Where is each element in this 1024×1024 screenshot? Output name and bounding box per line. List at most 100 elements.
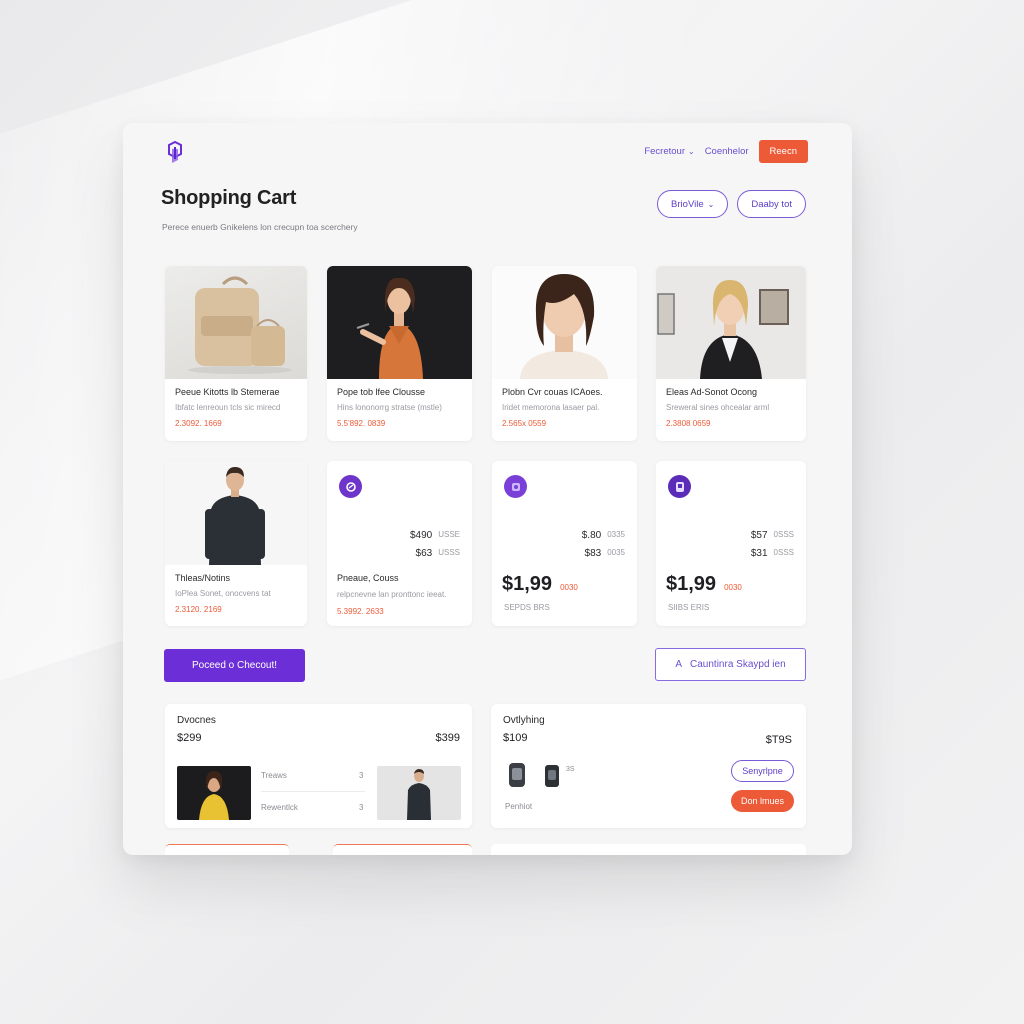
price-card[interactable]: $57 0SSS $31 0SSS $1,99 0030 SIIBS ERIS bbox=[656, 461, 806, 626]
chevron-down-icon: ⌄ bbox=[707, 199, 715, 209]
product-desc: Ibfatc lenreoun tcls sic mirecd bbox=[175, 403, 281, 412]
nav-link-label: Fecretour bbox=[644, 146, 685, 157]
price-currency: USSE bbox=[438, 530, 460, 539]
product-card[interactable]: Pope tob lfee Clousse Hins lononorrg str… bbox=[327, 266, 472, 441]
woman-blazer-photo bbox=[656, 266, 806, 379]
product-desc: Iridet memorona lasaer pal. bbox=[502, 403, 600, 412]
price-value: $.80 bbox=[581, 530, 602, 541]
woman-portrait-photo bbox=[492, 266, 637, 379]
panel-title: Dvocnes bbox=[177, 715, 216, 726]
row-value: 3 bbox=[359, 803, 364, 812]
cut-off-button bbox=[333, 844, 472, 855]
product-name: Plobn Cvr couas ICAoes. bbox=[502, 387, 603, 397]
row-label: Rewentlck bbox=[261, 803, 298, 812]
total-price-value: $1,99 bbox=[666, 573, 717, 595]
price-row: $.80 0335 bbox=[582, 530, 625, 541]
price-value: $83 bbox=[584, 548, 602, 559]
price-row: $83 0035 bbox=[585, 548, 625, 559]
yellow-shirt-thumbnail[interactable] bbox=[177, 766, 251, 820]
display-button[interactable]: Daaby tot bbox=[737, 190, 806, 218]
product-name: Pneaue, Couss bbox=[337, 573, 399, 583]
product-name: Pope tob lfee Clousse bbox=[337, 387, 426, 397]
dropdown-label: BrioVile bbox=[671, 198, 704, 210]
product-price: 5.5'892. 0839 bbox=[337, 419, 386, 428]
price-row: $63 USSS bbox=[416, 548, 460, 559]
woman-orange-shirt-photo bbox=[327, 266, 472, 379]
panel-value-left: $299 bbox=[177, 732, 202, 744]
nav-link-fecretour[interactable]: Fecretour ⌄ bbox=[644, 146, 694, 157]
price-currency: 0SSS bbox=[773, 548, 794, 557]
cut-off-button bbox=[165, 844, 289, 855]
page-subtitle: Perece enuerb Gnikelens lon crecupn toa … bbox=[162, 222, 358, 232]
primary-pill-button[interactable]: Don lmues bbox=[731, 790, 794, 812]
arrow-icon: A bbox=[675, 659, 683, 670]
man-thumbnail[interactable] bbox=[377, 766, 461, 820]
device-label: 3S bbox=[566, 766, 575, 773]
price-subtext: SIIBS ERIS bbox=[668, 603, 710, 612]
price-value: $63 bbox=[415, 548, 433, 559]
shopping-cart-window: Fecretour ⌄ Coenhelor Reecn Shopping Car… bbox=[123, 123, 852, 855]
price-currency: USSS bbox=[438, 548, 460, 557]
secondary-pill-button[interactable]: Senyrlpne bbox=[731, 760, 794, 782]
row-label: Treaws bbox=[261, 771, 287, 780]
price-subtext: SEPDS BRS bbox=[504, 603, 550, 612]
price-value: $57 bbox=[750, 530, 768, 541]
checkout-button[interactable]: Poceed o Checout! bbox=[164, 649, 305, 682]
row-value: 3 bbox=[359, 771, 364, 780]
product-price: 2.3092. 1669 bbox=[175, 419, 222, 428]
continue-shopping-label: Cauntinra Skaypd ien bbox=[690, 659, 786, 670]
product-price: 5.3992. 2633 bbox=[337, 607, 384, 616]
product-price: 2.3120. 2169 bbox=[175, 605, 222, 614]
device-icon bbox=[507, 762, 527, 793]
product-desc: Hins lononorrg stratse (mstle) bbox=[337, 403, 442, 412]
panel-value-left: $109 bbox=[503, 732, 528, 744]
continue-shopping-button[interactable]: A Cauntinra Skaypd ien bbox=[655, 648, 806, 681]
price-row: $490 USSE bbox=[410, 530, 460, 541]
summary-panel-right: Ovtlyhing $109 $T9S 3S Penhiot Senyrlpne… bbox=[491, 704, 806, 828]
product-price: 2.565x 0559 bbox=[502, 419, 547, 428]
dropdown-button[interactable]: BrioVile ⌄ bbox=[657, 190, 729, 218]
header-actions: BrioVile ⌄ Daaby tot bbox=[657, 190, 806, 218]
total-price-value: $1,99 bbox=[502, 573, 553, 595]
panel-value-right: $399 bbox=[435, 732, 460, 744]
product-card[interactable]: Eleas Ad-Sonot Ocong Sreweral sines ohce… bbox=[656, 266, 806, 441]
product-price: 2.3808 0659 bbox=[666, 419, 711, 428]
product-name: Peeue Kitotts lb Stemerae bbox=[175, 387, 280, 397]
price-currency: 0335 bbox=[607, 530, 625, 539]
man-dark-shirt-photo bbox=[165, 461, 307, 565]
brand-logo-icon[interactable] bbox=[163, 140, 187, 167]
price-currency: 0SSS bbox=[773, 530, 794, 539]
brand-avatar-icon bbox=[504, 475, 527, 498]
product-name: Thleas/Notins bbox=[175, 573, 231, 583]
top-navigation: Fecretour ⌄ Coenhelor Reecn bbox=[644, 140, 808, 163]
product-desc: Sreweral sines ohcealar arml bbox=[666, 403, 770, 412]
summary-panel-left: Dvocnes $299 $399 Treaws 3 Rewentlck 3 bbox=[165, 704, 472, 828]
total-price-note: 0030 bbox=[560, 583, 578, 592]
price-card[interactable]: $490 USSE $63 USSS Pneaue, Couss relpcne… bbox=[327, 461, 472, 626]
nav-link-coenhelor[interactable]: Coenhelor bbox=[705, 146, 749, 157]
price-card[interactable]: $.80 0335 $83 0035 $1,99 0030 SEPDS BRS bbox=[492, 461, 637, 626]
product-card[interactable]: Peeue Kitotts lb Stemerae Ibfatc lenreou… bbox=[165, 266, 307, 441]
product-desc: IoPlea Sonet, onocvens tat bbox=[175, 589, 271, 598]
brand-avatar-icon bbox=[668, 475, 691, 498]
product-card[interactable]: Thleas/Notins IoPlea Sonet, onocvens tat… bbox=[165, 461, 307, 626]
total-price-note: 0030 bbox=[724, 583, 742, 592]
top-cta-button[interactable]: Reecn bbox=[758, 140, 808, 163]
product-name: Eleas Ad-Sonot Ocong bbox=[666, 387, 758, 397]
device-icon bbox=[543, 764, 561, 793]
page-title: Shopping Cart bbox=[161, 187, 297, 209]
cut-off-panel bbox=[491, 844, 806, 855]
chevron-down-icon: ⌄ bbox=[687, 147, 695, 156]
panel-value-right: $T9S bbox=[765, 734, 792, 746]
panel-footer: Penhiot bbox=[505, 802, 533, 811]
price-row: $57 0SSS bbox=[751, 530, 794, 541]
panel-title: Ovtlyhing bbox=[503, 715, 545, 726]
price-value: $490 bbox=[409, 530, 433, 541]
brand-avatar-icon bbox=[339, 475, 362, 498]
total-price: $1,99 0030 bbox=[666, 573, 742, 596]
product-card[interactable]: Plobn Cvr couas ICAoes. Iridet memorona … bbox=[492, 266, 637, 441]
price-value: $31 bbox=[750, 548, 768, 559]
product-desc: relpcnevne lan pronttonc ieeat. bbox=[337, 590, 447, 599]
backpack-photo bbox=[165, 266, 307, 379]
price-currency: 0035 bbox=[607, 548, 625, 557]
